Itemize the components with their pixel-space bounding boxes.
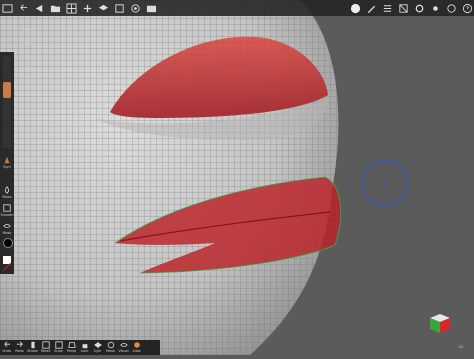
sym-icon xyxy=(93,341,102,349)
tool-sym[interactable]: Sym xyxy=(0,156,14,169)
stroke-button[interactable]: Stroke xyxy=(26,340,39,355)
lock-button[interactable]: Lock xyxy=(78,340,91,355)
persp-button[interactable]: Persp xyxy=(65,340,78,355)
status-readout: Voxels Faces Verts Selected xyxy=(22,19,38,76)
material-button[interactable] xyxy=(348,1,362,15)
redo-icon xyxy=(16,341,23,347)
tool-smooth[interactable]: Smooth xyxy=(0,204,14,217)
status-line: Faces xyxy=(22,41,32,46)
smooth-icon xyxy=(3,204,11,212)
files-icon xyxy=(1,3,13,13)
files-button[interactable] xyxy=(0,1,14,15)
color-swatch[interactable] xyxy=(3,238,13,248)
sun-icon xyxy=(432,5,438,11)
layers-icon xyxy=(98,4,108,10)
tool-mask[interactable]: Mask xyxy=(0,222,14,235)
grid-icon xyxy=(65,2,77,14)
visual-button[interactable]: Visual xyxy=(117,340,130,355)
lock-icon xyxy=(82,344,87,349)
grid-button[interactable] xyxy=(64,1,78,15)
bottom-label: Persp xyxy=(66,349,77,353)
fps-counter: 60 xyxy=(459,345,464,349)
sliders-icon xyxy=(383,4,391,12)
triangle-left-icon xyxy=(35,4,42,12)
brush-icon xyxy=(367,5,375,13)
bottom-label: Stroke xyxy=(27,349,38,353)
camera-icon xyxy=(146,5,156,12)
folder-icon xyxy=(50,5,60,12)
mask-icon xyxy=(107,341,114,349)
back-button[interactable] xyxy=(32,1,46,15)
flame-icon xyxy=(4,156,10,164)
status-line: Voxels xyxy=(22,27,34,32)
top-toolbar xyxy=(0,0,474,16)
bottom-label: Redo xyxy=(15,349,24,353)
help-icon xyxy=(462,3,472,13)
brush-size-slider[interactable] xyxy=(3,56,11,148)
reset-icon xyxy=(41,341,50,349)
tool-relax[interactable]: Relax xyxy=(0,186,14,199)
navigation-cube[interactable] xyxy=(428,312,452,334)
bottom-toolbar: Undo Redo Stroke Reset Snap Persp Lock S… xyxy=(0,340,160,355)
lighting-button[interactable] xyxy=(428,1,442,15)
alias-icon xyxy=(133,342,140,348)
folder-button[interactable] xyxy=(48,1,62,15)
visual-icon xyxy=(119,343,128,347)
tool-label: Mask xyxy=(2,231,12,235)
sphere-icon xyxy=(130,3,140,13)
undo-button[interactable] xyxy=(16,1,30,15)
status-line: Verts xyxy=(22,54,32,59)
add-button[interactable] xyxy=(80,1,94,15)
bottom-label: Mask xyxy=(106,349,115,353)
status-line: Selected xyxy=(22,67,38,72)
help-button[interactable] xyxy=(460,1,474,15)
bottom-label: Visual xyxy=(118,349,129,353)
display-button[interactable] xyxy=(128,1,142,15)
tool-label: Sym xyxy=(3,165,11,169)
left-tool-panel: Sym Relax Smooth Mask xyxy=(0,52,14,274)
bottom-label: Lock xyxy=(80,349,89,353)
bottom-label: Undo xyxy=(2,349,11,353)
bottom-label: Alias xyxy=(132,349,141,353)
settings-button[interactable] xyxy=(444,1,458,15)
plus-icon xyxy=(83,4,91,12)
mask-toggle-button[interactable]: Mask xyxy=(104,340,117,355)
tool-label: Relax xyxy=(2,195,12,199)
scene-settings-button[interactable] xyxy=(412,1,426,15)
mask-icon xyxy=(3,224,11,228)
undo-button[interactable]: Undo xyxy=(0,340,13,355)
toolbar-left-group xyxy=(0,1,158,15)
tool-label: Smooth xyxy=(0,213,14,217)
slash-icon xyxy=(2,262,12,272)
topology-icon xyxy=(398,3,408,13)
topology-button[interactable] xyxy=(396,1,410,15)
reset-button[interactable]: Reset xyxy=(39,340,52,355)
paint-button[interactable] xyxy=(364,1,378,15)
persp-icon xyxy=(67,342,76,348)
bottom-label: Snap xyxy=(54,349,63,353)
stroke-icon xyxy=(30,341,35,349)
snap-button[interactable]: Snap xyxy=(52,340,65,355)
bottom-label: Reset xyxy=(40,349,51,353)
toolbar-right-group xyxy=(348,1,474,15)
brush-center-dot xyxy=(383,181,386,184)
gear-icon xyxy=(415,4,423,12)
drop-icon xyxy=(5,186,9,194)
undo-icon xyxy=(19,4,27,11)
redo-button[interactable]: Redo xyxy=(13,340,26,355)
alias-button[interactable]: Alias xyxy=(130,340,143,355)
tool-settings-button[interactable] xyxy=(380,1,394,15)
scene-button[interactable] xyxy=(112,1,126,15)
camera-button[interactable] xyxy=(144,1,158,15)
settings-icon xyxy=(446,3,456,13)
snap-icon xyxy=(54,341,63,349)
sym-button[interactable]: Sym xyxy=(91,340,104,355)
brush-size-slider-thumb[interactable] xyxy=(3,82,11,98)
bottom-label: Sym xyxy=(93,349,102,353)
cube-icon xyxy=(114,3,124,13)
layers-button[interactable] xyxy=(96,1,110,15)
no-color-swatch[interactable] xyxy=(2,256,12,272)
material-ball-icon xyxy=(350,3,360,13)
undo-icon xyxy=(3,341,10,347)
